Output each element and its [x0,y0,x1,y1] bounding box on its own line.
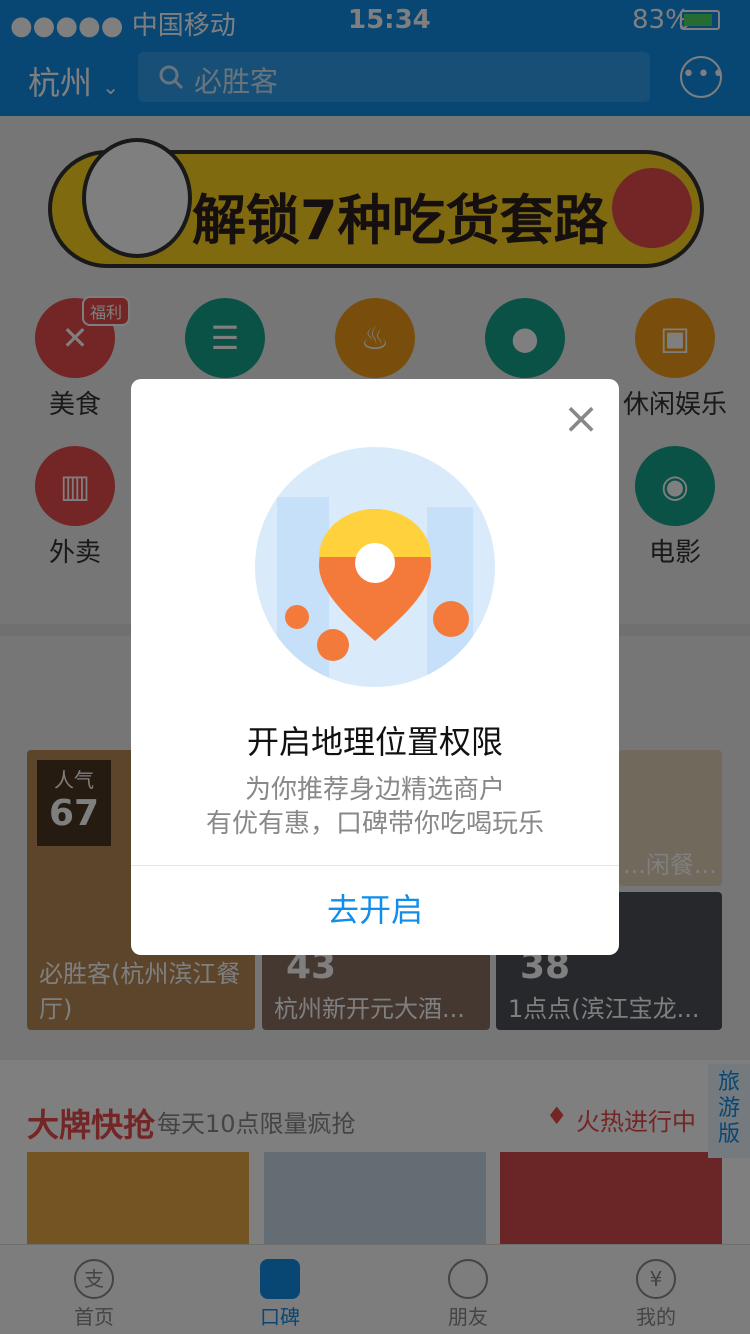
dialog-title: 开启地理位置权限 [246,723,503,761]
map-pin-icon [277,497,473,687]
enable-location-button[interactable]: 去开启 [131,865,619,955]
location-permission-dialog: × 开启地理位置权限 为你推荐身边精选商户 有优有惠，口碑带你吃喝玩乐 去开启 [131,379,619,955]
dialog-desc-line2: 有优有惠，口碑带你吃喝玩乐 [205,809,544,839]
location-illustration [255,447,495,687]
dialog-description: 为你推荐身边精选商户 有优有惠，口碑带你吃喝玩乐 [131,773,619,841]
dialog-desc-line1: 为你推荐身边精选商户 [244,775,505,805]
close-icon[interactable]: × [561,397,601,441]
